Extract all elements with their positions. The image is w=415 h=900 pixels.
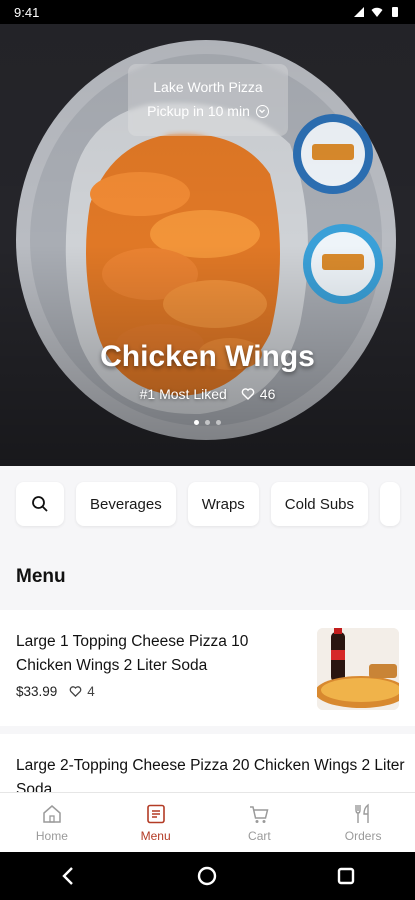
category-cold-subs[interactable]: Cold Subs [270,482,369,526]
status-time: 9:41 [14,4,40,20]
category-next[interactable] [380,482,401,526]
pickup-time[interactable]: Pickup in 10 min [128,103,288,119]
store-selector[interactable]: Lake Worth Pizza Pickup in 10 min [128,64,288,136]
carousel-dot[interactable] [194,420,199,425]
category-beverages[interactable]: Beverages [76,482,176,526]
featured-likes: 46 [241,386,276,402]
fork-knife-icon [355,803,369,823]
hero-banner[interactable]: Lake Worth Pizza Pickup in 10 min Chicke… [0,24,415,466]
menu-item-name: Large 1 Topping Cheese Pizza 10 Chicken … [16,633,249,674]
search-icon [32,496,48,512]
category-wraps[interactable]: Wraps [187,482,259,526]
cart-icon [250,805,269,823]
menu-item-photo [317,628,399,710]
featured-rank: #1 Most Liked [139,386,227,402]
menu-heading: Menu [16,566,66,587]
featured-item-meta: #1 Most Liked 46 [0,386,415,402]
tab-menu[interactable]: Menu [104,793,208,852]
home-icon [43,804,61,823]
tab-menu-label: Menu [140,828,171,843]
battery-icon [392,7,398,17]
chevron-down-icon [255,104,269,118]
tab-home-label: Home [35,828,68,843]
carousel-dot[interactable] [205,420,210,425]
menu-item-likes-count: 4 [87,684,95,699]
category-bar: Beverages Wraps Cold Subs [16,482,401,526]
menu-icon [146,804,165,823]
signal-icon [354,7,364,17]
menu-item-name: Large 2-Topping Cheese Pizza 20 Chicken … [16,757,405,792]
wifi-icon [371,7,383,17]
status-icons [353,6,401,18]
pizza-soda-photo [317,628,399,710]
menu-item-likes: 4 [69,684,95,699]
menu-item[interactable]: Large 1 Topping Cheese Pizza 10 Chicken … [0,610,415,726]
heart-icon [69,686,82,698]
carousel-dot[interactable] [216,420,221,425]
system-nav-bar [0,852,415,900]
bottom-tab-bar: Home Menu Cart Orders [0,792,415,852]
home-circle-icon[interactable] [196,865,218,887]
tab-cart-label: Cart [248,828,271,843]
store-name: Lake Worth Pizza [153,79,263,95]
menu-item[interactable]: Large 2-Topping Cheese Pizza 20 Chicken … [0,734,415,792]
tab-orders-label: Orders [344,828,382,843]
featured-likes-count: 46 [259,386,276,402]
tab-cart[interactable]: Cart [208,793,312,852]
pickup-label: Pickup in 10 min [147,103,250,119]
back-icon[interactable] [58,865,80,887]
recents-icon[interactable] [335,865,357,887]
tab-orders[interactable]: Orders [311,793,415,852]
menu-content[interactable]: Beverages Wraps Cold Subs Menu Large 1 T… [0,466,415,792]
featured-item-title: Chicken Wings [100,340,315,373]
menu-item-price: $33.99 [16,684,58,699]
menu-item-meta: $33.99 4 [16,684,95,699]
heart-icon [241,388,255,400]
status-bar: 9:41 [0,0,415,24]
tab-home[interactable]: Home [0,793,104,852]
search-button[interactable] [16,482,64,526]
carousel-dots[interactable] [0,420,415,425]
